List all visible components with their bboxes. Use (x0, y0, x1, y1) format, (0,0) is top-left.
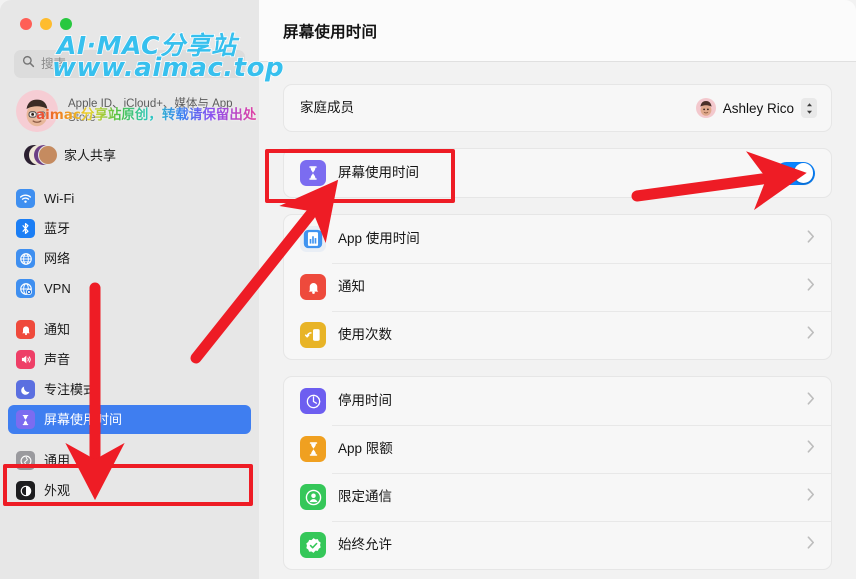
sidebar-item-label: 声音 (44, 352, 71, 367)
screen-time-hourglass-icon (16, 410, 35, 429)
search-container: 搜索 (0, 44, 259, 78)
apple-account-row[interactable]: Apple ID、iCloud+、媒体与 App Store (0, 78, 259, 136)
screen-time-row[interactable]: 屏幕使用时间 (284, 149, 831, 197)
downtime-label: 停用时间 (338, 393, 392, 409)
downtime-clock-icon (300, 388, 326, 414)
family-member-label: 家庭成员 (300, 100, 354, 116)
sidebar-item-general[interactable]: 通用 (8, 446, 251, 475)
limits-card: 停用时间 App 限额 限定通信 始终允许 (283, 376, 832, 570)
pickups-row[interactable]: 使用次数 (284, 311, 831, 359)
bluetooth-icon (16, 219, 35, 238)
chevron-right-icon[interactable] (807, 230, 815, 248)
pickups-label: 使用次数 (338, 327, 392, 343)
sidebar-item-label: 屏幕使用时间 (44, 412, 123, 427)
avatar (16, 90, 58, 132)
toggle-knob (793, 163, 814, 183)
app-usage-chart-icon (300, 226, 326, 252)
minimize-button[interactable] (40, 18, 52, 30)
screen-time-hourglass-icon (300, 160, 326, 186)
sidebar-item-network[interactable]: 网络 (8, 244, 251, 273)
always-allowed-row[interactable]: 始终允许 (284, 521, 831, 569)
family-member-value[interactable]: Ashley Rico (695, 98, 817, 118)
app-usage-label: App 使用时间 (338, 231, 420, 247)
sidebar-item-label: Wi-Fi (44, 191, 75, 206)
general-gear-icon (16, 451, 35, 470)
family-sharing-icon (24, 144, 58, 166)
page-title: 屏幕使用时间 (283, 23, 378, 41)
sound-speaker-icon (16, 350, 35, 369)
always-allowed-label: 始终允许 (338, 537, 392, 553)
app-usage-row[interactable]: App 使用时间 (284, 215, 831, 263)
vpn-globe-icon (16, 279, 35, 298)
sidebar-divider (8, 173, 251, 184)
chevron-right-icon[interactable] (807, 278, 815, 296)
sidebar-item-family-sharing[interactable]: 家人共享 (8, 138, 251, 172)
sidebar-nav: 家人共享 Wi-Fi 蓝牙 网络 VPN 通知 声音 专注模式 屏幕使用时间 通… (0, 136, 259, 505)
sidebar-item-focus[interactable]: 专注模式 (8, 375, 251, 404)
notifications-bell-icon (16, 320, 35, 339)
always-allowed-check-icon (300, 532, 326, 558)
pickups-device-icon (300, 322, 326, 348)
sidebar-item-label: 蓝牙 (44, 221, 71, 236)
search-placeholder: 搜索 (41, 56, 67, 71)
notifications-label: 通知 (338, 279, 365, 295)
main-panel: 屏幕使用时间 家庭成员 Ashley Rico 屏幕使用时间 App 使用时间 … (259, 0, 856, 579)
sidebar-item-label: 网络 (44, 251, 71, 266)
account-text: Apple ID、iCloud+、媒体与 App Store (68, 97, 245, 125)
app-limits-hourglass-icon (300, 436, 326, 462)
sidebar-item-label: 通知 (44, 322, 71, 337)
sidebar-divider (8, 435, 251, 446)
communication-limits-row[interactable]: 限定通信 (284, 473, 831, 521)
main-body: 家庭成员 Ashley Rico 屏幕使用时间 App 使用时间 通知 使用次数… (259, 62, 856, 579)
sidebar-item-label: 专注模式 (44, 382, 97, 397)
sidebar-item-label: 家人共享 (64, 147, 117, 163)
downtime-row[interactable]: 停用时间 (284, 377, 831, 425)
sidebar-item-bluetooth[interactable]: 蓝牙 (8, 214, 251, 243)
sidebar-item-sound[interactable]: 声音 (8, 345, 251, 374)
communication-limits-label: 限定通信 (338, 489, 392, 505)
focus-moon-icon (16, 380, 35, 399)
chevron-right-icon[interactable] (807, 440, 815, 458)
sidebar-divider (8, 304, 251, 315)
window-controls[interactable] (0, 0, 259, 44)
sidebar-item-vpn[interactable]: VPN (8, 274, 251, 303)
sidebar-item-notifications[interactable]: 通知 (8, 315, 251, 344)
chevron-right-icon[interactable] (807, 392, 815, 410)
screen-time-toggle[interactable] (775, 161, 815, 185)
popup-chevron-icon[interactable] (801, 98, 817, 118)
screen-time-label: 屏幕使用时间 (338, 165, 419, 181)
network-globe-icon (16, 249, 35, 268)
wifi-icon (16, 189, 35, 208)
notifications-row[interactable]: 通知 (284, 263, 831, 311)
search-icon (22, 55, 35, 73)
system-settings-window: 搜索 Apple ID、iCloud+、媒体与 App Store 家人共享 W… (0, 0, 856, 579)
usage-card: App 使用时间 通知 使用次数 (283, 214, 832, 360)
app-limits-label: App 限额 (338, 441, 393, 457)
sidebar-item-label: 外观 (44, 483, 71, 498)
close-button[interactable] (20, 18, 32, 30)
family-member-row[interactable]: 家庭成员 Ashley Rico (284, 85, 831, 131)
sidebar-item-screen-time[interactable]: 屏幕使用时间 (8, 405, 251, 434)
sidebar-item-label: VPN (44, 281, 71, 296)
zoom-button[interactable] (60, 18, 72, 30)
search-input[interactable]: 搜索 (14, 50, 245, 78)
chevron-right-icon[interactable] (807, 326, 815, 344)
chevron-right-icon[interactable] (807, 536, 815, 554)
family-member-name: Ashley Rico (722, 100, 794, 116)
communication-limits-person-icon (300, 484, 326, 510)
family-member-card: 家庭成员 Ashley Rico (283, 84, 832, 132)
sidebar: 搜索 Apple ID、iCloud+、媒体与 App Store 家人共享 W… (0, 0, 259, 579)
sidebar-item-label: 通用 (44, 453, 71, 468)
sidebar-item-wifi[interactable]: Wi-Fi (8, 184, 251, 213)
app-limits-row[interactable]: App 限额 (284, 425, 831, 473)
notifications-bell-icon (300, 274, 326, 300)
chevron-right-icon[interactable] (807, 488, 815, 506)
account-subtitle: Apple ID、iCloud+、媒体与 App Store (68, 98, 233, 124)
sidebar-item-appearance[interactable]: 外观 (8, 476, 251, 505)
member-avatar (695, 98, 716, 118)
appearance-contrast-icon (16, 481, 35, 500)
screen-time-toggle-card: 屏幕使用时间 (283, 148, 832, 198)
main-header: 屏幕使用时间 (259, 0, 856, 62)
